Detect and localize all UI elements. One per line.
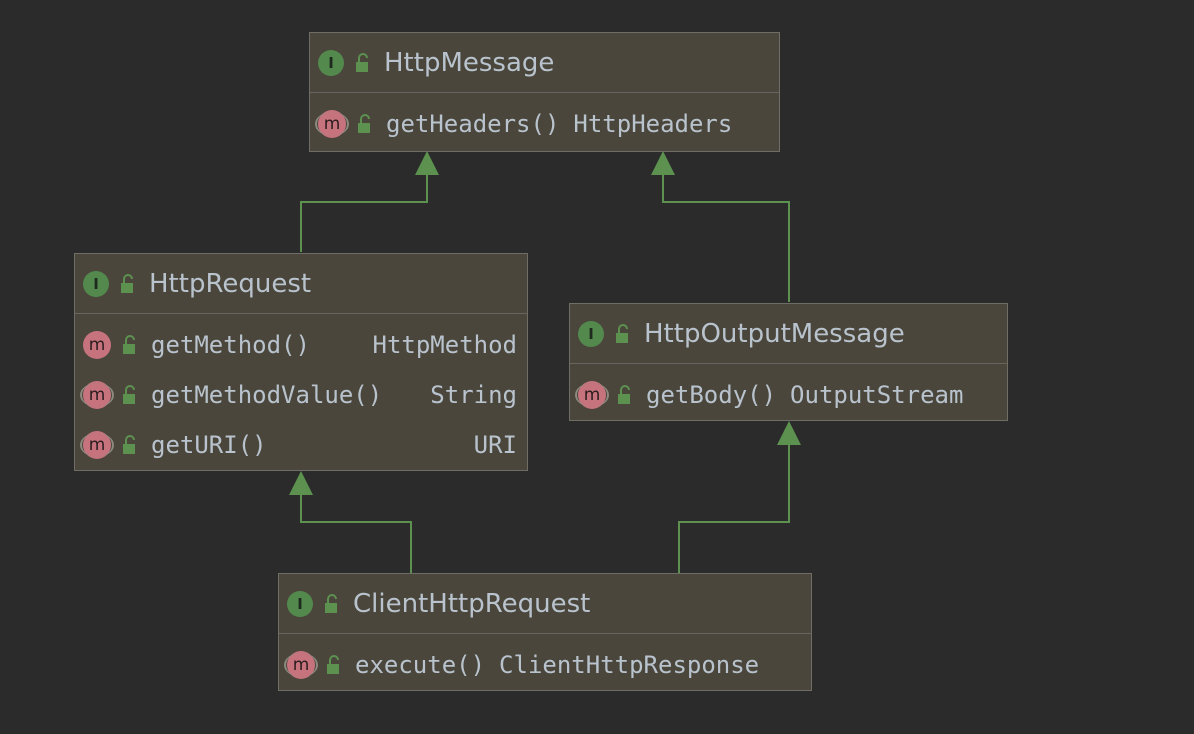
node-client-http-request[interactable]: I ClientHttpRequest m execute() ClientHt…: [278, 573, 812, 691]
member-list: m getBody() OutputStream: [570, 364, 1007, 426]
member-name: execute(): [355, 651, 486, 679]
node-http-output-message[interactable]: I HttpOutputMessage m getBody() OutputSt…: [569, 303, 1008, 421]
public-lock-icon: [123, 385, 135, 404]
edge-clienthttprequest-to-httpoutputmessage: [678, 444, 790, 573]
member-name: getHeaders(): [386, 110, 560, 138]
edge-httprequest-to-httpmessage: [300, 172, 428, 252]
node-title: HttpMessage: [384, 47, 555, 78]
member-row[interactable]: m getURI() URI: [80, 420, 517, 470]
member-row[interactable]: m getBody() OutputStream: [575, 370, 997, 420]
interface-icon: I: [578, 320, 604, 347]
member-name: getURI(): [151, 431, 267, 459]
member-type: HttpMethod: [372, 331, 518, 359]
member-list: m getHeaders() HttpHeaders: [310, 93, 779, 155]
interface-icon: I: [318, 49, 344, 76]
node-title: HttpOutputMessage: [644, 318, 905, 349]
method-icon: m: [80, 431, 114, 459]
public-lock-icon: [356, 52, 368, 72]
node-http-request[interactable]: I HttpRequest m getMethod() HttpMethod m…: [74, 253, 528, 471]
method-icon: m: [80, 381, 114, 409]
member-row[interactable]: m getMethodValue() String: [80, 370, 517, 420]
uml-diagram-canvas: I HttpMessage m getHeaders() HttpHeaders…: [0, 0, 1194, 734]
public-lock-icon: [618, 385, 630, 404]
edge-httpoutputmessage-to-httpmessage: [662, 172, 790, 302]
method-icon: m: [315, 110, 349, 138]
member-type: HttpHeaders: [573, 110, 733, 138]
member-row[interactable]: m getMethod() HttpMethod: [83, 320, 517, 370]
member-list: m execute() ClientHttpResponse: [279, 634, 811, 696]
member-name: getBody(): [646, 381, 777, 409]
member-name: getMethodValue(): [151, 381, 383, 409]
interface-icon: I: [83, 270, 109, 297]
edge-clienthttprequest-to-httprequest: [300, 494, 412, 573]
node-http-message[interactable]: I HttpMessage m getHeaders() HttpHeaders: [309, 32, 780, 152]
public-lock-icon: [616, 323, 628, 343]
node-header: I ClientHttpRequest: [279, 574, 811, 634]
method-icon: m: [284, 651, 318, 679]
node-title: ClientHttpRequest: [353, 588, 591, 619]
method-icon: m: [83, 331, 111, 359]
member-type: OutputStream: [790, 381, 964, 409]
member-type: ClientHttpResponse: [499, 651, 760, 679]
node-title: HttpRequest: [149, 268, 312, 299]
member-name: getMethod(): [151, 331, 310, 359]
public-lock-icon: [123, 335, 135, 354]
member-row[interactable]: m execute() ClientHttpResponse: [284, 640, 801, 690]
node-header: I HttpRequest: [75, 254, 527, 314]
member-row[interactable]: m getHeaders() HttpHeaders: [315, 99, 769, 149]
member-type: URI: [473, 431, 517, 459]
node-header: I HttpOutputMessage: [570, 304, 1007, 364]
method-icon: m: [575, 381, 609, 409]
public-lock-icon: [121, 273, 133, 293]
node-header: I HttpMessage: [310, 33, 779, 93]
public-lock-icon: [327, 655, 339, 674]
public-lock-icon: [325, 593, 337, 613]
public-lock-icon: [123, 435, 135, 454]
interface-icon: I: [287, 590, 313, 617]
member-type: String: [430, 381, 517, 409]
public-lock-icon: [358, 114, 370, 133]
member-list: m getMethod() HttpMethod m getMethodValu…: [75, 314, 527, 476]
